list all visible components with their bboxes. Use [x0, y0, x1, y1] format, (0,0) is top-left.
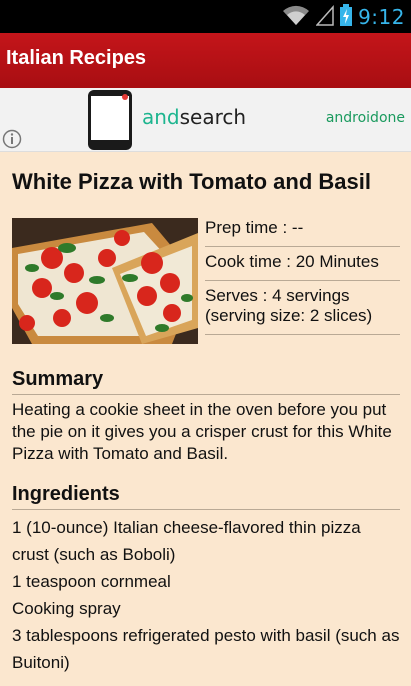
summary-heading: Summary [12, 368, 400, 395]
recipe-meta: Prep time : -- Cook time : 20 Minutes Se… [205, 213, 400, 335]
info-icon[interactable] [2, 129, 22, 149]
ad-brand: andsearch [142, 105, 246, 129]
prep-time: Prep time : -- [205, 213, 400, 247]
ingredients-heading: Ingredients [12, 483, 400, 510]
ingredients-list: 1 (10-ounce) Italian cheese-flavored thi… [12, 514, 400, 676]
status-time: 9:12 [358, 4, 405, 29]
cook-time: Cook time : 20 Minutes [205, 247, 400, 281]
ingredient-item: Cooking spray [12, 599, 121, 618]
ad-phone-image [88, 90, 132, 150]
serves: Serves : 4 servings (serving size: 2 sli… [205, 281, 400, 335]
ad-banner[interactable]: andsearch androidone [0, 88, 411, 152]
ad-secondary-brand: androidone [325, 110, 405, 126]
recipe-content: White Pizza with Tomato and Basil Prep t… [12, 151, 400, 676]
signal-icon [315, 4, 334, 30]
ingredient-item: 1 (10-ounce) Italian cheese-flavored thi… [12, 518, 361, 564]
ad-brand-part2: search [179, 105, 247, 129]
ad-brand-part1: and [142, 105, 180, 129]
app-title: Italian Recipes [6, 47, 147, 69]
status-bar: 9:12 [0, 0, 411, 33]
recipe-title: White Pizza with Tomato and Basil [12, 169, 371, 194]
battery-charging-icon [340, 3, 353, 30]
summary-text: Heating a cookie sheet in the oven befor… [12, 400, 392, 463]
ingredient-item: 3 tablespoons refrigerated pesto with ba… [12, 626, 400, 672]
recipe-info-row: Prep time : -- Cook time : 20 Minutes Se… [12, 213, 400, 350]
wifi-icon [282, 4, 310, 30]
ingredient-item: 1 teaspoon cornmeal [12, 572, 171, 591]
status-icons: 9:12 [282, 3, 405, 30]
app-bar: Italian Recipes [0, 33, 411, 88]
pizza-photo [12, 218, 198, 344]
